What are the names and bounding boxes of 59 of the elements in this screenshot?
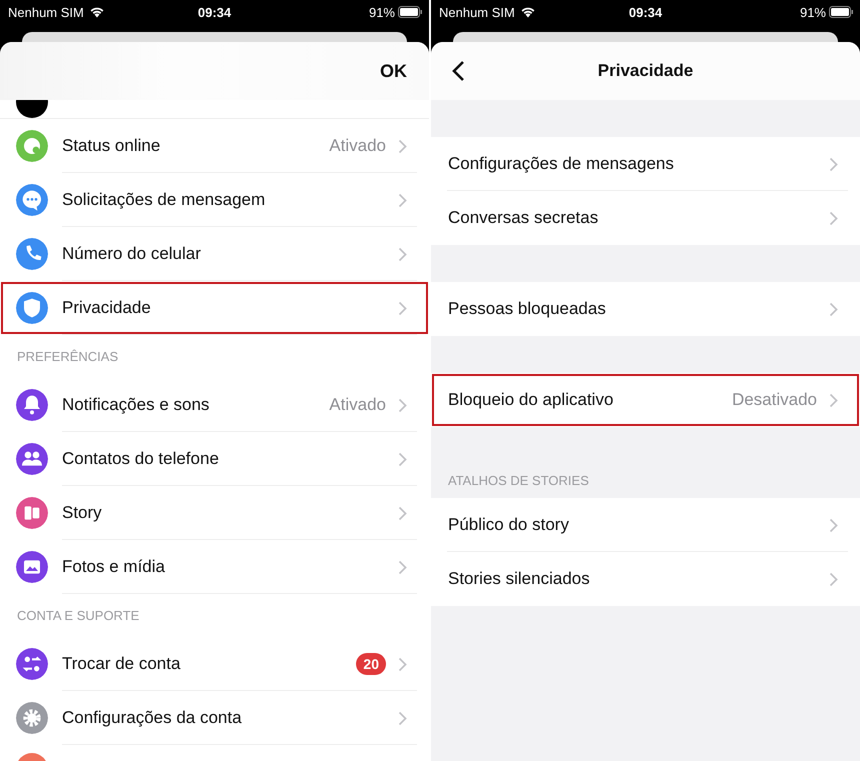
section-header: CONTA E SUPORTE xyxy=(16,607,140,625)
wifi-icon xyxy=(88,6,105,18)
settings-row[interactable]: Configurações de mensagens xyxy=(431,137,860,191)
row-label: Contatos do telefone xyxy=(62,449,220,469)
carrier-text: Nenhum SIM xyxy=(8,4,84,20)
row-value: Ativado xyxy=(329,136,386,156)
count-badge: 20 xyxy=(356,653,386,675)
row-value: Desativado xyxy=(732,390,817,410)
settings-row[interactable]: Pessoas bloqueadas xyxy=(431,282,860,336)
chevron-icon xyxy=(398,398,407,412)
chevron-icon xyxy=(398,138,407,154)
chevron-icon xyxy=(829,156,838,172)
battery-icon xyxy=(398,6,423,18)
row-label: Story xyxy=(62,503,103,523)
row-label: Conversas secretas xyxy=(448,208,600,228)
row-label: Configurações da conta xyxy=(62,708,243,728)
chevron-icon xyxy=(829,210,838,226)
ok-button[interactable]: OK xyxy=(380,60,407,82)
chevron-icon xyxy=(398,452,407,466)
row-label: Trocar de conta xyxy=(62,654,182,674)
settings-row[interactable]: Conversas secretas xyxy=(431,191,860,245)
carrier-text: Nenhum SIM xyxy=(439,4,515,20)
settings-row[interactable]: Público do story xyxy=(431,498,860,552)
screen-title: Privacidade xyxy=(598,61,694,81)
wifi-icon xyxy=(520,6,536,18)
row-label: Fotos e mídia xyxy=(62,557,166,577)
battery-icon xyxy=(829,6,854,18)
row-label: Privacidade xyxy=(62,298,152,318)
back-icon[interactable] xyxy=(451,59,467,83)
battery-text: 91% xyxy=(368,4,395,20)
chevron-icon xyxy=(829,302,838,316)
row-label: Bloqueio do aplicativo xyxy=(448,390,614,410)
chevron-icon xyxy=(829,392,838,408)
section-header: PREFERÊNCIAS xyxy=(16,348,120,366)
row-label: Stories silenciados xyxy=(448,569,591,589)
chevron-icon xyxy=(398,246,407,262)
row-label: Status online xyxy=(62,136,162,156)
chevron-icon xyxy=(398,506,407,520)
chevron-icon xyxy=(398,192,407,208)
row-label: Pessoas bloqueadas xyxy=(448,299,607,319)
chevron-icon xyxy=(398,560,407,574)
row-value: Ativado xyxy=(329,395,386,415)
row-label: Configurações de mensagens xyxy=(448,154,675,174)
settings-row[interactable]: Stories silenciados xyxy=(431,552,860,606)
chevron-icon xyxy=(398,710,407,726)
clock-text: 09:34 xyxy=(198,4,232,20)
row-label: Notificações e sons xyxy=(62,395,210,415)
row-label: Solicitações de mensagem xyxy=(62,190,266,210)
row-label: Público do story xyxy=(448,515,570,535)
chevron-icon xyxy=(398,300,407,316)
section-header: ATALHOS DE STORIES xyxy=(447,472,590,490)
chevron-icon xyxy=(829,572,838,586)
row-label: Número do celular xyxy=(62,244,202,264)
settings-row[interactable]: Bloqueio do aplicativo Desativado xyxy=(431,373,860,427)
chevron-icon xyxy=(829,518,838,532)
clock-text: 09:34 xyxy=(628,4,662,20)
battery-text: 91% xyxy=(800,4,826,20)
chevron-icon xyxy=(398,656,407,672)
settings-row[interactable]: Privacidade xyxy=(0,281,429,335)
